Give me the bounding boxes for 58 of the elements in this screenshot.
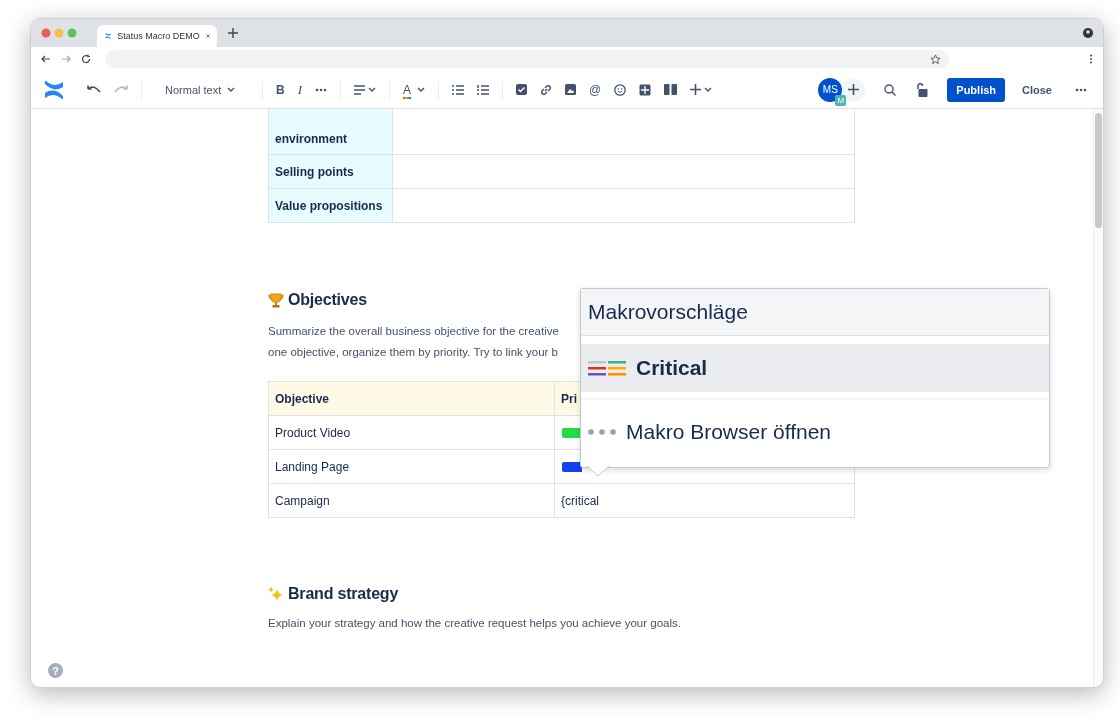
chevron-down-icon: [227, 87, 236, 92]
reload-icon[interactable]: [81, 54, 91, 64]
unlock-icon[interactable]: [915, 82, 929, 97]
table-header-cell: Selling points: [268, 154, 393, 189]
plus-icon: [847, 84, 859, 95]
paragraph-text: one objective, organize them by priority. Try to link your b: [268, 345, 559, 360]
avatar-badge: M: [835, 94, 847, 106]
more-icon[interactable]: [1075, 87, 1087, 92]
insert-icon[interactable]: [690, 84, 713, 95]
back-icon[interactable]: [41, 54, 51, 64]
link-icon[interactable]: [540, 83, 553, 96]
paragraph-text: Summarize the overall business objective for the creative: [268, 324, 560, 339]
emoji-icon[interactable]: [614, 83, 627, 96]
address-field[interactable]: [105, 50, 949, 68]
macro-suggestion[interactable]: Critical: [581, 344, 1049, 392]
table-cell: Landing Page: [268, 449, 555, 484]
macro-browser-option[interactable]: Makro Browser öffnen: [581, 408, 1049, 456]
table-header-cell: environment: [268, 109, 393, 155]
profile-icon[interactable]: [1083, 28, 1093, 38]
star-icon[interactable]: [930, 53, 941, 65]
menu-icon[interactable]: [1089, 54, 1093, 64]
paragraph-text: Explain your strategy and how the creative request helps you achieve your goals.: [268, 616, 682, 631]
table-cell: Campaign: [268, 483, 555, 518]
align-icon[interactable]: [354, 84, 376, 95]
text-color-button[interactable]: A: [403, 82, 426, 97]
more-icon: [588, 429, 616, 435]
section-heading: Objectives: [288, 291, 367, 309]
mention-button[interactable]: @: [589, 82, 602, 97]
logo-icon[interactable]: [44, 80, 64, 99]
popup-title: Makrovorschläge: [581, 289, 1049, 336]
checkbox-icon[interactable]: [516, 84, 528, 95]
text-style-dropdown[interactable]: Normal text: [165, 83, 243, 96]
columns-icon[interactable]: [664, 84, 678, 95]
image-icon[interactable]: [565, 84, 577, 95]
close-button[interactable]: Close: [1018, 77, 1056, 102]
search-icon[interactable]: [884, 83, 897, 96]
typed-text: {critical: [561, 493, 599, 508]
undo-icon[interactable]: [87, 84, 101, 95]
bullet-list-icon[interactable]: [452, 84, 465, 95]
table-icon[interactable]: [639, 83, 652, 96]
close-icon[interactable]: [205, 32, 210, 40]
new-tab-icon[interactable]: [228, 28, 238, 38]
section-heading: Brand strategy: [288, 585, 399, 603]
chevron-down-icon: [417, 87, 426, 92]
table-cell: Product Video: [268, 415, 555, 450]
status-bars-icon: [588, 360, 626, 376]
scrollbar-thumb[interactable]: [1095, 113, 1102, 228]
table-header-cell: Value propositions: [268, 188, 393, 223]
publish-button[interactable]: Publish: [947, 77, 1006, 102]
italic-button[interactable]: I: [297, 81, 302, 98]
tab-title: Status Macro DEMO: [117, 31, 200, 41]
more-icon[interactable]: [315, 87, 327, 92]
browser-tab[interactable]: Status Macro DEMO: [97, 25, 217, 47]
table-header-cell: Objective: [268, 381, 555, 416]
trophy-icon: [268, 292, 284, 308]
numbered-list-icon[interactable]: [477, 84, 490, 95]
sparkles-icon: [268, 586, 284, 602]
bold-button[interactable]: B: [276, 82, 285, 97]
